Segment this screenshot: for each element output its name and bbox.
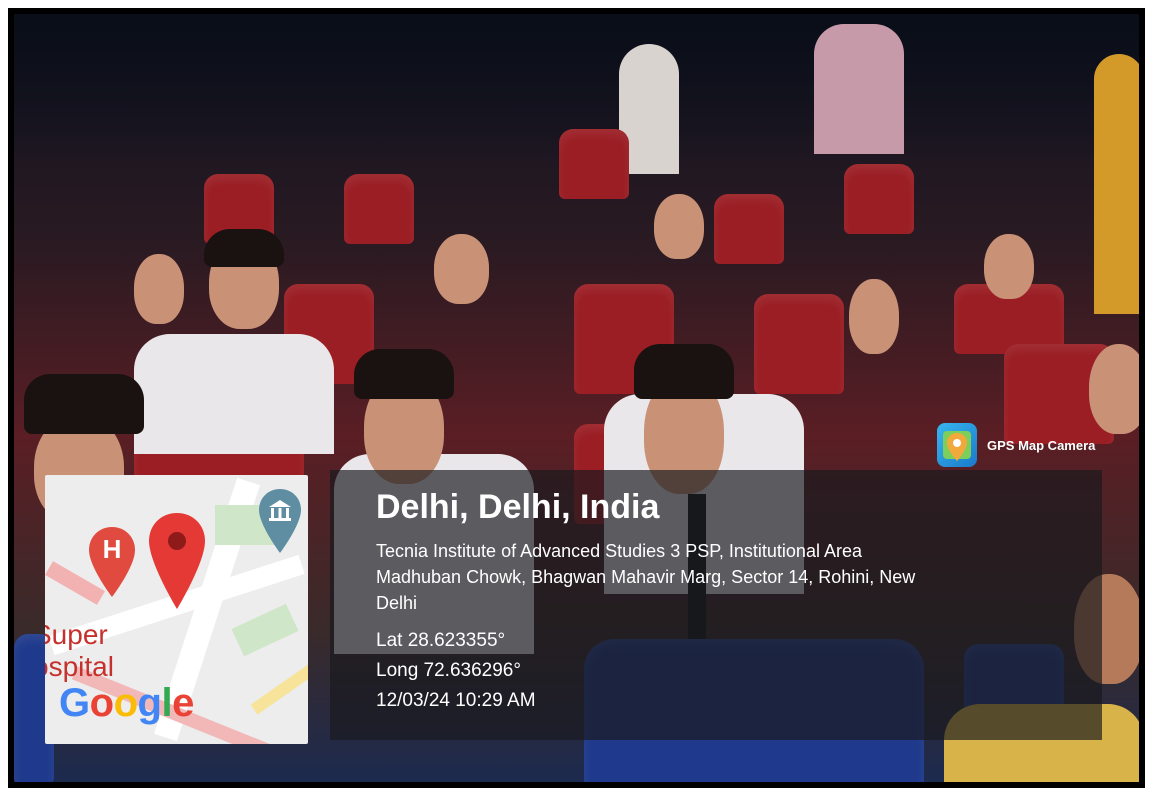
address-line: Madhuban Chowk, Bhagwan Mahavir Marg, Se… — [376, 567, 916, 587]
location-city: Delhi, Delhi, India — [376, 488, 660, 526]
student-face — [849, 279, 899, 354]
geotag-info-panel: Delhi, Delhi, India Tecnia Institute of … — [330, 470, 1102, 740]
student-face — [1089, 344, 1139, 434]
student-hair — [24, 374, 144, 434]
longitude-text: Long 72.636296° — [376, 660, 521, 681]
seat — [754, 294, 844, 394]
google-logo: Google — [59, 681, 194, 726]
location-pin-icon — [147, 511, 207, 611]
student-face — [134, 254, 184, 324]
student-face — [984, 234, 1034, 299]
google-logo-letter: o — [89, 681, 114, 725]
hospital-marker-label: H — [102, 534, 122, 564]
google-logo-letter: G — [59, 681, 90, 725]
google-logo-letter: g — [137, 681, 162, 725]
museum-icon — [257, 487, 303, 557]
map-highway — [250, 647, 308, 715]
address-line: Tecnia Institute of Advanced Studies 3 P… — [376, 541, 862, 561]
map-park — [231, 603, 299, 657]
map-pin-icon — [937, 423, 977, 467]
latitude-text: Lat 28.623355° — [376, 630, 506, 651]
hospital-marker-icon: H — [87, 525, 137, 599]
student-hair — [204, 229, 284, 267]
seat — [844, 164, 914, 234]
google-logo-letter: l — [161, 681, 173, 725]
student-face — [654, 194, 704, 259]
map-place-label: Super — [45, 619, 108, 650]
google-logo-letter: o — [113, 681, 138, 725]
address-line: Delhi — [376, 593, 418, 613]
student — [134, 334, 334, 454]
timestamp-text: 12/03/24 10:29 AM — [376, 690, 536, 711]
standing-person — [1094, 54, 1139, 314]
map-place-label: ospital — [45, 651, 114, 682]
google-logo-letter: e — [172, 681, 194, 725]
student-face — [434, 234, 489, 304]
student-hair — [634, 344, 734, 399]
student-hair — [354, 349, 454, 399]
seat — [714, 194, 784, 264]
location-address: Tecnia Institute of Advanced Studies 3 P… — [376, 538, 1056, 616]
app-name: GPS Map Camera — [987, 437, 1096, 453]
location-map: Super ospital H Google — [45, 475, 308, 744]
seat — [559, 129, 629, 199]
seat — [344, 174, 414, 244]
standing-person — [814, 24, 904, 154]
gps-map-camera-badge: GPS Map Camera — [937, 423, 1095, 467]
